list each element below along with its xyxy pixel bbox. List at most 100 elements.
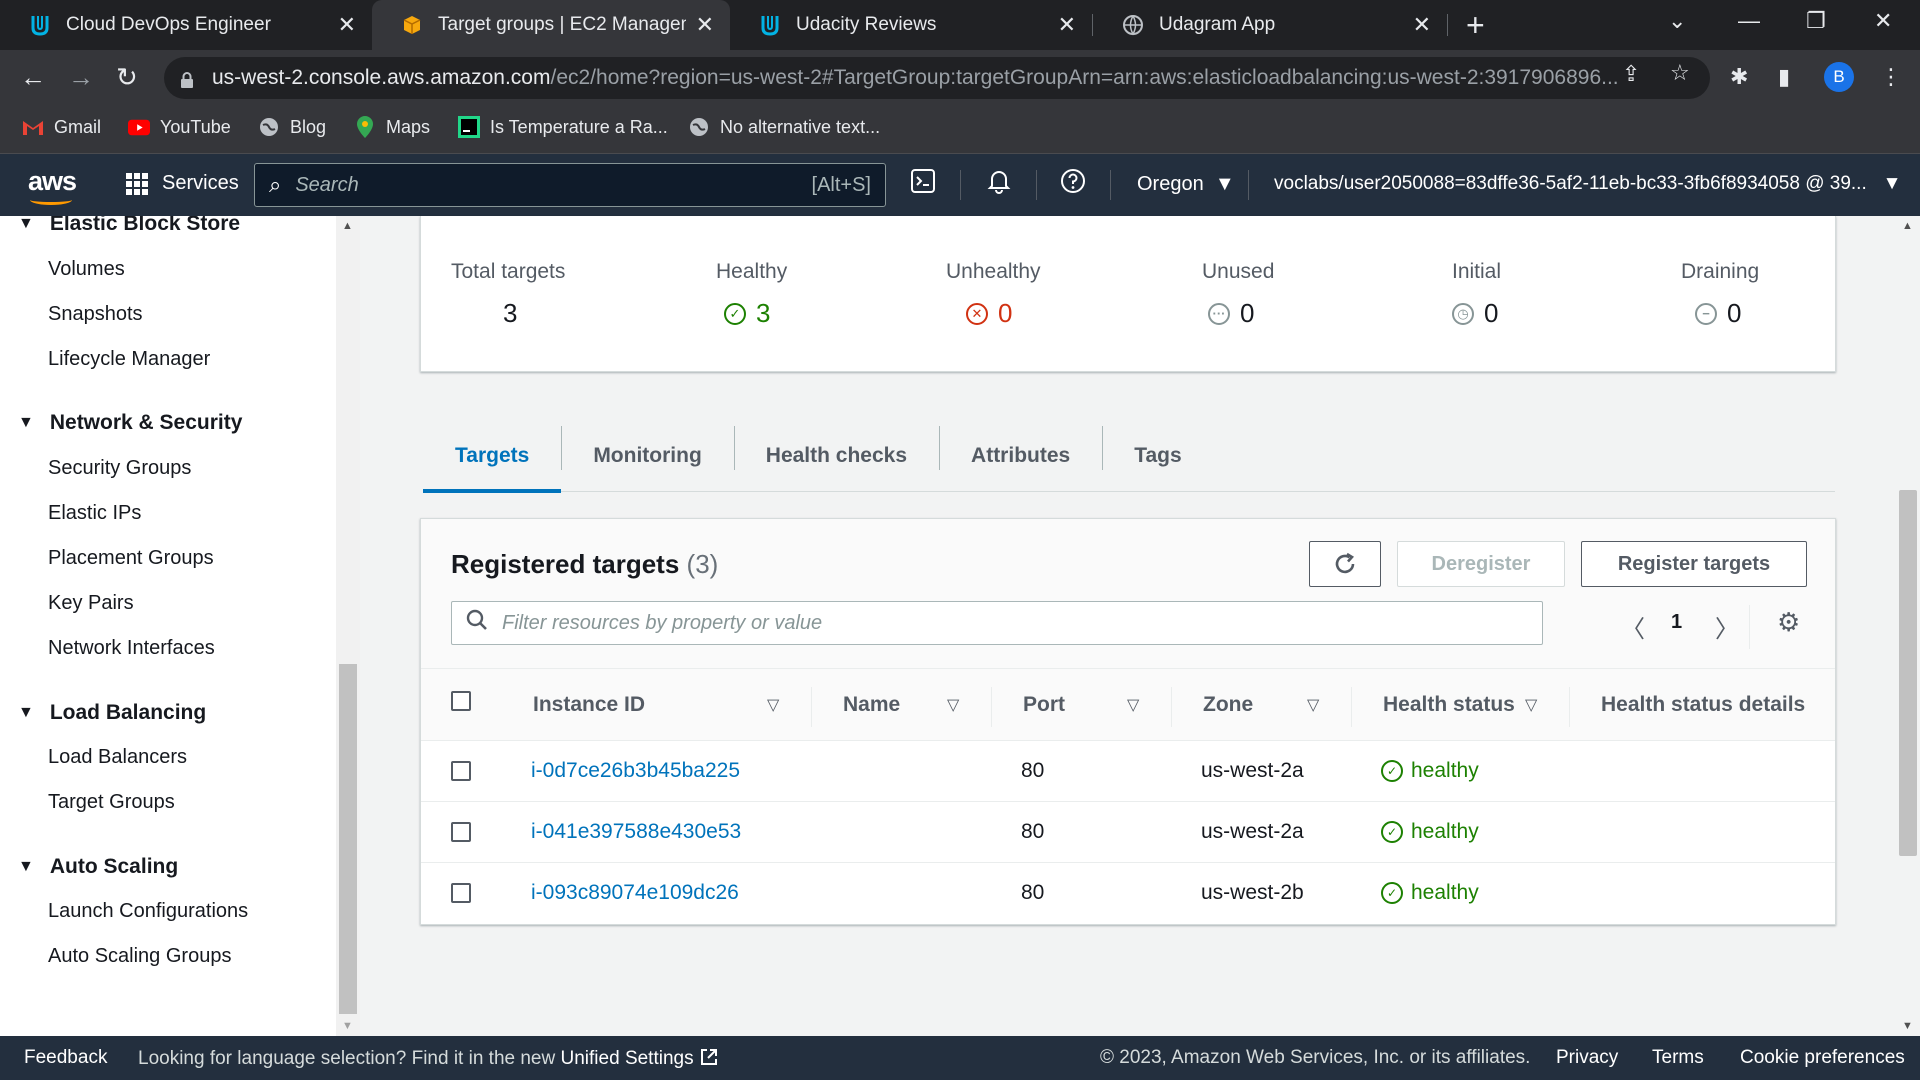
tab-monitoring[interactable]: Monitoring bbox=[561, 420, 733, 492]
table-row[interactable]: i-0d7ce26b3b45ba225 80 us-west-2a ✓ heal… bbox=[421, 741, 1835, 802]
privacy-link[interactable]: Privacy bbox=[1556, 1047, 1618, 1069]
aws-search-input[interactable]: ⌕ Search [Alt+S] bbox=[254, 163, 886, 207]
column-name[interactable]: Name bbox=[843, 693, 900, 717]
kebab-menu-icon[interactable]: ⋮ bbox=[1880, 64, 1902, 90]
sidebar-group-load-balancing[interactable]: ▼ Load Balancing bbox=[18, 701, 206, 725]
instance-id-link[interactable]: i-093c89074e109dc26 bbox=[531, 881, 739, 905]
sidebar-item-snapshots[interactable]: Snapshots bbox=[48, 303, 143, 326]
sidebar-item-launch-configurations[interactable]: Launch Configurations bbox=[48, 900, 248, 923]
refresh-button[interactable] bbox=[1309, 541, 1381, 587]
account-menu[interactable]: voclabs/user2050088=83dffe36-5af2-11eb-b… bbox=[1274, 173, 1901, 195]
new-tab-button[interactable]: + bbox=[1466, 8, 1485, 42]
sidebar-item-key-pairs[interactable]: Key Pairs bbox=[48, 592, 134, 615]
sidebar-group-auto-scaling[interactable]: ▼ Auto Scaling bbox=[18, 855, 178, 879]
select-all-checkbox[interactable] bbox=[451, 691, 471, 711]
sidebar-item-volumes[interactable]: Volumes bbox=[48, 258, 125, 281]
extensions-puzzle-icon[interactable]: ✱ bbox=[1730, 64, 1748, 90]
sort-caret-icon[interactable]: ▽ bbox=[947, 695, 959, 715]
bookmark-blog[interactable]: Blog bbox=[258, 116, 326, 138]
tab-targets[interactable]: Targets bbox=[423, 420, 562, 493]
services-menu-button[interactable]: Services bbox=[126, 172, 239, 195]
scroll-up-arrow-icon[interactable]: ▲ bbox=[1902, 220, 1913, 232]
bookmark-gmail[interactable]: Gmail bbox=[22, 116, 101, 138]
bell-icon[interactable] bbox=[986, 168, 1012, 201]
tab-search-chevron-icon[interactable]: ⌄ bbox=[1668, 8, 1686, 34]
minimize-button[interactable]: — bbox=[1738, 8, 1760, 34]
scroll-down-arrow-icon[interactable]: ▼ bbox=[342, 1020, 353, 1032]
chevron-left-icon[interactable]: 〈 bbox=[1621, 609, 1645, 644]
browser-tab-udagram[interactable]: Udagram App ✕ bbox=[1093, 0, 1447, 50]
column-health-status[interactable]: Health status bbox=[1383, 693, 1515, 717]
sidebar-group-network-security[interactable]: ▼ Network & Security bbox=[18, 411, 242, 435]
address-bar[interactable]: us-west-2.console.aws.amazon.com /ec2/ho… bbox=[164, 57, 1710, 99]
gear-icon[interactable]: ⚙ bbox=[1777, 607, 1800, 638]
browser-tab-udacity-reviews[interactable]: Udacity Reviews ✕ bbox=[730, 0, 1092, 50]
column-port[interactable]: Port bbox=[1023, 693, 1065, 717]
sort-caret-icon[interactable]: ▽ bbox=[767, 695, 779, 715]
chevron-right-icon[interactable]: 〉 bbox=[1715, 609, 1739, 644]
deregister-button[interactable]: Deregister bbox=[1397, 541, 1565, 587]
scroll-down-arrow-icon[interactable]: ▼ bbox=[1902, 1020, 1913, 1032]
sort-caret-icon[interactable]: ▽ bbox=[1127, 695, 1139, 715]
row-checkbox[interactable] bbox=[451, 883, 471, 903]
region-selector[interactable]: Oregon ▼ bbox=[1137, 173, 1235, 196]
sort-caret-icon[interactable]: ▽ bbox=[1307, 695, 1319, 715]
sidebar-item-elastic-ips[interactable]: Elastic IPs bbox=[48, 502, 141, 525]
cookie-preferences-link[interactable]: Cookie preferences bbox=[1740, 1047, 1905, 1069]
share-icon[interactable]: ⇪ bbox=[1622, 61, 1640, 87]
column-health-status-details[interactable]: Health status details bbox=[1601, 693, 1805, 717]
table-row[interactable]: i-041e397588e430e53 80 us-west-2a ✓ heal… bbox=[421, 802, 1835, 863]
unified-settings-link[interactable]: Unified Settings bbox=[561, 1048, 719, 1069]
column-zone[interactable]: Zone bbox=[1203, 693, 1253, 717]
target-group-tabs: Targets Monitoring Health checks Attribu… bbox=[423, 420, 1835, 493]
terms-link[interactable]: Terms bbox=[1652, 1047, 1704, 1069]
row-checkbox[interactable] bbox=[451, 761, 471, 781]
scroll-up-arrow-icon[interactable]: ▲ bbox=[342, 220, 353, 232]
column-instance-id[interactable]: Instance ID bbox=[533, 693, 645, 717]
profile-avatar[interactable]: B bbox=[1824, 62, 1854, 92]
sidebar-item-load-balancers[interactable]: Load Balancers bbox=[48, 746, 187, 769]
sidebar-item-auto-scaling-groups[interactable]: Auto Scaling Groups bbox=[48, 945, 231, 968]
browser-tab-cloud-devops[interactable]: Cloud DevOps Engineer ✕ bbox=[0, 0, 372, 50]
close-icon[interactable]: ✕ bbox=[338, 12, 356, 38]
row-checkbox[interactable] bbox=[451, 822, 471, 842]
help-icon[interactable] bbox=[1060, 168, 1086, 201]
feedback-link[interactable]: Feedback bbox=[24, 1047, 107, 1069]
window-close-button[interactable]: ✕ bbox=[1874, 8, 1892, 34]
back-arrow-icon[interactable]: ← bbox=[20, 62, 46, 92]
sort-caret-icon[interactable]: ▽ bbox=[1525, 695, 1537, 715]
sidebar-item-lifecycle-manager[interactable]: Lifecycle Manager bbox=[48, 348, 210, 371]
side-panel-icon[interactable]: ▮ bbox=[1778, 64, 1790, 90]
sidebar-item-placement-groups[interactable]: Placement Groups bbox=[48, 547, 214, 570]
sidebar-item-security-groups[interactable]: Security Groups bbox=[48, 457, 191, 480]
bookmark-maps[interactable]: Maps bbox=[354, 116, 430, 138]
instance-id-link[interactable]: i-0d7ce26b3b45ba225 bbox=[531, 759, 740, 783]
reload-icon[interactable]: ↻ bbox=[116, 62, 138, 92]
main-scroll-thumb[interactable] bbox=[1899, 490, 1917, 856]
register-targets-button[interactable]: Register targets bbox=[1581, 541, 1807, 587]
tab-attributes[interactable]: Attributes bbox=[939, 420, 1102, 492]
cloudshell-icon[interactable] bbox=[910, 168, 936, 201]
bookmark-star-icon[interactable]: ☆ bbox=[1670, 60, 1690, 86]
page-number[interactable]: 1 bbox=[1671, 611, 1682, 634]
table-row[interactable]: i-093c89074e109dc26 80 us-west-2b ✓ heal… bbox=[421, 863, 1835, 924]
close-icon[interactable]: ✕ bbox=[696, 12, 714, 38]
tab-tags[interactable]: Tags bbox=[1102, 420, 1213, 492]
browser-tab-target-groups[interactable]: Target groups | EC2 Management Console ✕ bbox=[372, 0, 730, 50]
bookmark-youtube[interactable]: YouTube bbox=[128, 116, 231, 138]
sidebar-item-network-interfaces[interactable]: Network Interfaces bbox=[48, 637, 215, 660]
bookmark-no-alt-text[interactable]: No alternative text... bbox=[688, 116, 880, 138]
check-circle-icon: ✓ bbox=[1381, 760, 1403, 782]
filter-input[interactable]: Filter resources by property or value bbox=[451, 601, 1543, 645]
forward-arrow-icon[interactable]: → bbox=[68, 62, 94, 92]
tab-health-checks[interactable]: Health checks bbox=[733, 420, 939, 492]
close-icon[interactable]: ✕ bbox=[1413, 12, 1431, 38]
instance-id-link[interactable]: i-041e397588e430e53 bbox=[531, 820, 741, 844]
bookmark-temperature[interactable]: Is Temperature a Ra... bbox=[458, 116, 668, 138]
sidebar-scroll-thumb[interactable] bbox=[339, 664, 357, 1014]
sidebar-item-target-groups[interactable]: Target Groups bbox=[48, 791, 175, 814]
sidebar-group-elastic-block-store[interactable]: ▼ Elastic Block Store bbox=[18, 216, 240, 236]
close-icon[interactable]: ✕ bbox=[1058, 12, 1076, 38]
aws-logo[interactable]: aws bbox=[28, 166, 77, 205]
restore-button[interactable]: ❐ bbox=[1806, 8, 1826, 34]
